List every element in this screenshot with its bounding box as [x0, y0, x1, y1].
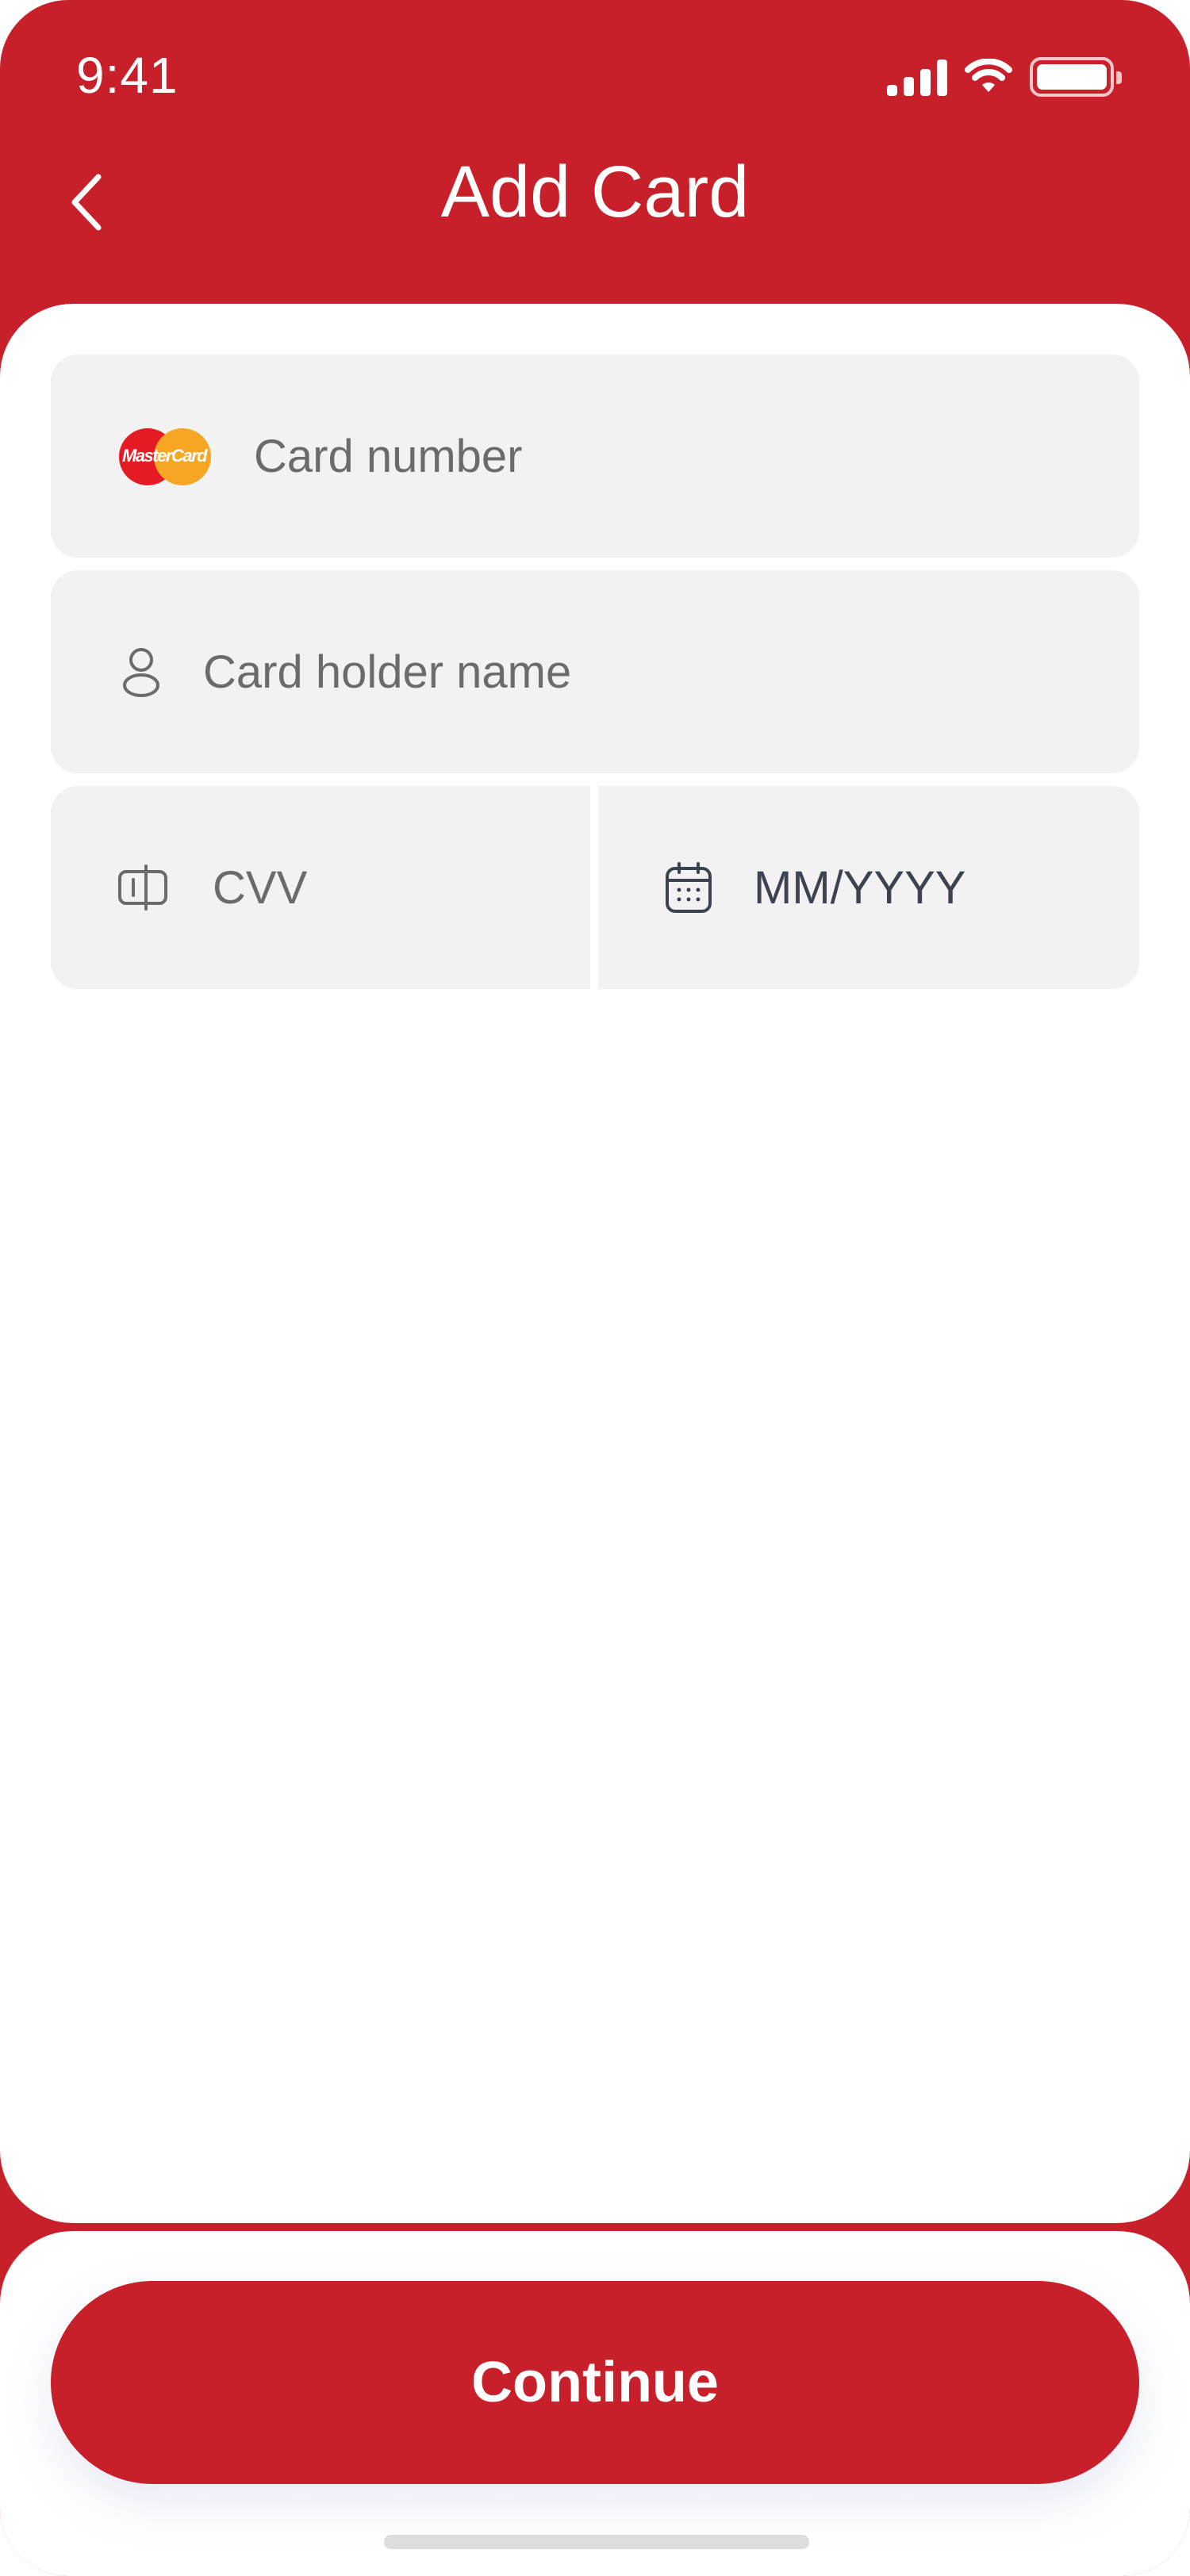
wifi-icon	[965, 59, 1012, 92]
expiry-date-field[interactable]: MM/YYYY	[598, 786, 1139, 989]
mastercard-logo-icon: MasterCard	[119, 428, 211, 485]
cvv-placeholder: CVV	[213, 861, 308, 914]
status-time: 9:41	[76, 47, 178, 104]
expiry-placeholder: MM/YYYY	[754, 861, 966, 914]
page-title: Add Card	[440, 151, 750, 232]
cvv-field[interactable]: CVV	[51, 786, 590, 989]
status-icons	[887, 57, 1122, 97]
card-number-field[interactable]: Card number	[51, 355, 1139, 558]
card-number-placeholder: Card number	[254, 430, 523, 482]
continue-button[interactable]: Continue	[51, 2281, 1139, 2484]
card-holder-name-field[interactable]: Card holder name	[51, 570, 1139, 773]
cellular-signal-icon	[887, 58, 947, 96]
calendar-icon	[666, 862, 712, 913]
card-cvv-icon	[118, 864, 167, 910]
battery-icon	[1030, 57, 1122, 97]
card-holder-placeholder: Card holder name	[203, 646, 572, 698]
user-icon	[123, 648, 159, 697]
mastercard-logo-text: MasterCard	[122, 446, 208, 466]
home-indicator	[384, 2535, 809, 2549]
screen: 9:41 Add Card Card number MasterCard Car…	[0, 0, 1190, 2576]
